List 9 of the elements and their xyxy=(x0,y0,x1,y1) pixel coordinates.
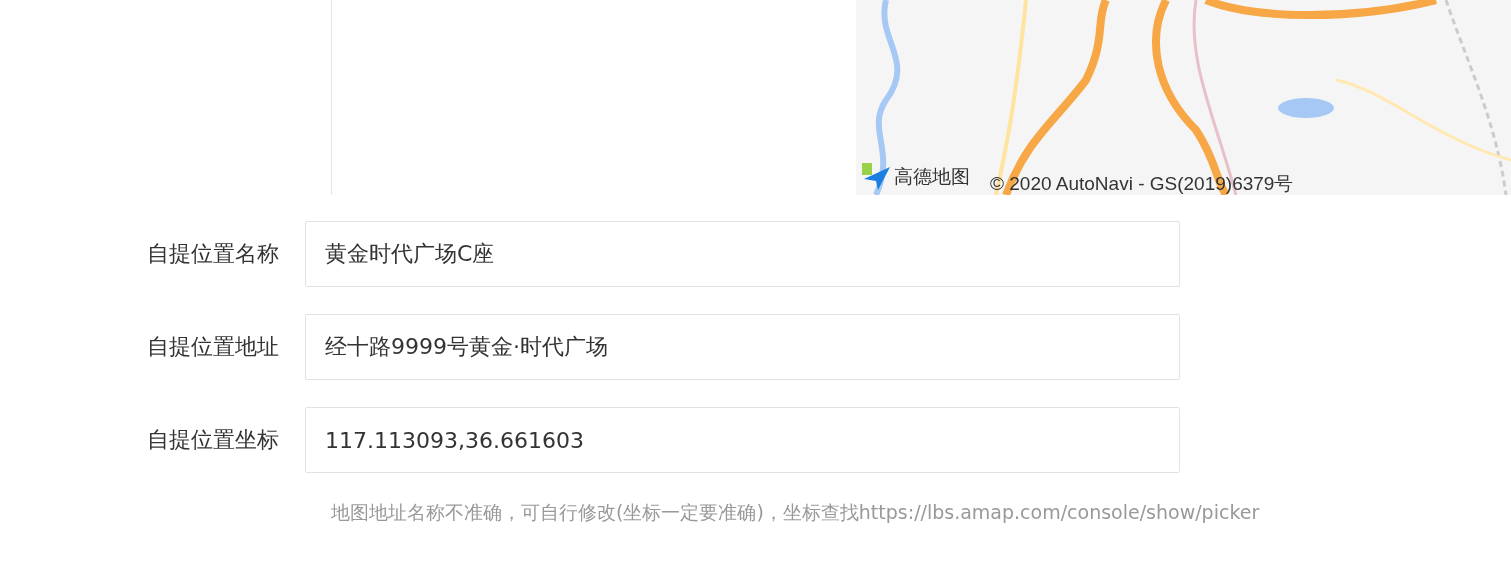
hint-text: 地图地址名称不准确，可自行修改(坐标一定要准确)，坐标查找https://lbs.amap.com/console/show/picker xyxy=(331,500,1261,525)
input-field[interactable]: 117.113093,36.661603 xyxy=(305,407,1180,473)
input-field[interactable]: 经十路9999号黄金·时代广场 xyxy=(305,314,1180,380)
map-logo: 高德地图 xyxy=(894,164,970,189)
field-label: 自提位置坐标 xyxy=(146,426,280,454)
input-field[interactable]: 黄金时代广场C座 xyxy=(305,221,1180,287)
field-label: 自提位置名称 xyxy=(146,240,280,268)
field-label: 自提位置地址 xyxy=(146,333,280,361)
paper-plane-icon xyxy=(862,163,892,191)
